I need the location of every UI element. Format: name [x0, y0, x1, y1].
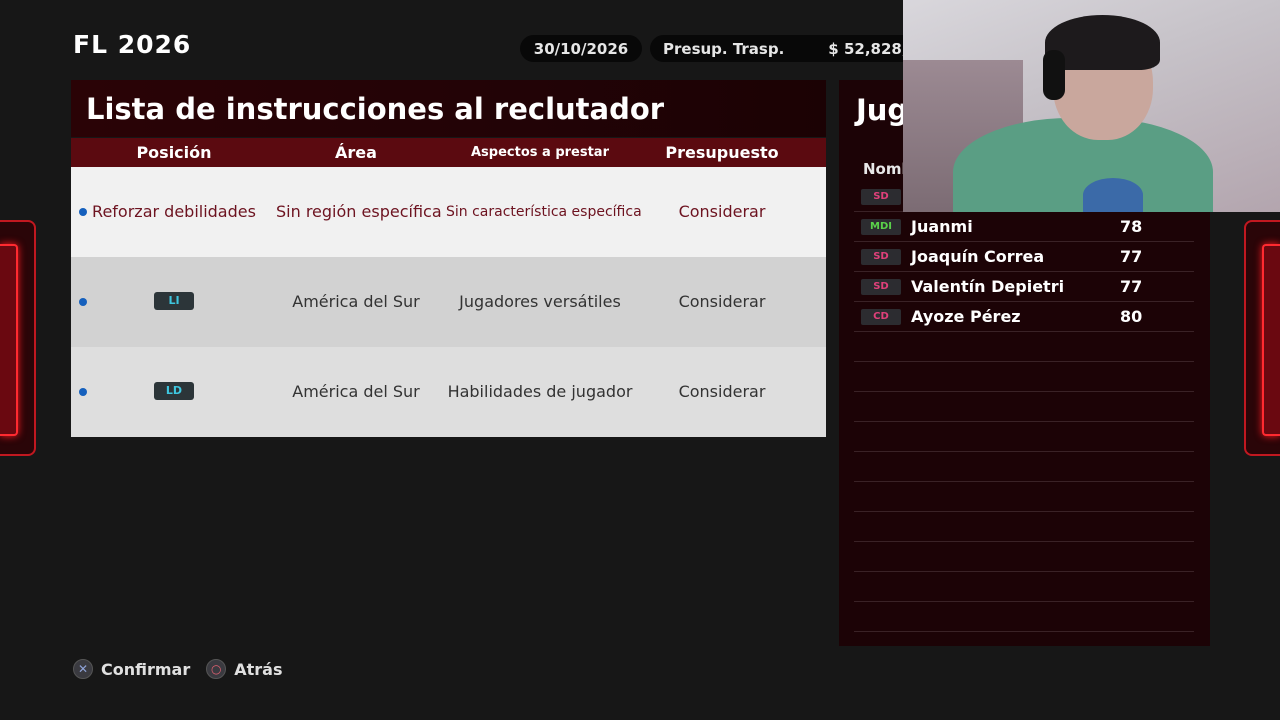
cross-button-icon: ✕ [73, 659, 93, 679]
circle-button-icon: ○ [206, 659, 227, 679]
column-header-aspects: Aspectos a prestar atención [470, 145, 609, 189]
budget-label: Presup. Trasp. [663, 39, 785, 58]
empty-player-row [854, 512, 1194, 542]
position-badge: LI [154, 292, 194, 310]
player-position-badge: SD [861, 249, 901, 265]
headset-icon [1043, 50, 1065, 100]
player-rating: 78 [1120, 217, 1143, 236]
button-prompts: ✕ Confirmar ○ Atrás [73, 659, 298, 679]
confirm-button[interactable]: ✕ Confirmar [73, 659, 190, 679]
player-position-badge: CD [861, 309, 901, 325]
player-rating: 80 [1120, 307, 1143, 326]
empty-player-row [854, 542, 1194, 572]
player-name: Juanmi [911, 217, 973, 236]
players-panel-title: Jug [856, 93, 909, 127]
empty-player-row [854, 422, 1194, 452]
row-aspect: Sin característica específica [446, 204, 642, 220]
webcam-shirt-print [1083, 178, 1143, 212]
player-position-badge: MDI [861, 219, 901, 235]
bullet-icon [79, 388, 87, 396]
column-header-area: Área [335, 143, 377, 162]
empty-player-row [854, 332, 1194, 362]
empty-player-row [854, 482, 1194, 512]
player-name: Ayoze Pérez [911, 307, 1021, 326]
date-display: 30/10/2026 [520, 35, 642, 62]
scroll-left-arrow[interactable] [0, 220, 36, 456]
bullet-icon [79, 208, 87, 216]
player-rating: 77 [1120, 247, 1143, 266]
row-area: América del Sur [292, 292, 420, 311]
page-title: Lista de instrucciones al reclutador [71, 80, 826, 137]
player-row[interactable]: MDI Juanmi 78 [854, 212, 1194, 242]
row-area: América del Sur [292, 382, 420, 401]
player-row[interactable]: SD Joaquín Correa 77 [854, 242, 1194, 272]
date-text: 30/10/2026 [533, 39, 629, 58]
players-list: SD MDI Juanmi 78 SD Joaquín Correa 77 SD Valentí… [854, 182, 1194, 632]
player-name: Valentín Depietri [911, 277, 1065, 296]
column-header-position: Posición [136, 143, 212, 162]
row-aspect: Habilidades de jugador [447, 382, 633, 401]
player-name: Joaquín Correa [911, 247, 1045, 266]
empty-player-row [854, 602, 1194, 632]
bullet-icon [79, 298, 87, 306]
right-arrow-icon [1262, 244, 1280, 436]
player-position-badge: SD [861, 279, 901, 295]
back-label: Atrás [234, 659, 283, 679]
table-header: Posición Área Aspectos a prestar atenció… [71, 138, 826, 189]
scroll-right-arrow[interactable] [1244, 220, 1280, 456]
player-row[interactable]: CD Ayoze Pérez 80 [854, 302, 1194, 332]
empty-player-row [854, 392, 1194, 422]
position-badge: LD [154, 382, 194, 400]
back-button[interactable]: ○ Atrás [206, 659, 282, 679]
row-area: Sin región específica [276, 202, 442, 221]
empty-player-row [854, 362, 1194, 392]
column-header-budget: Presupuesto [665, 143, 779, 162]
empty-player-row [854, 572, 1194, 602]
row-budget: Considerar [678, 202, 766, 221]
confirm-label: Confirmar [101, 659, 191, 679]
row-aspect: Jugadores versátiles [459, 292, 621, 311]
game-logo: FL 2026 [73, 30, 192, 59]
row-position: Reforzar debilidades [92, 202, 256, 221]
row-budget: Considerar [678, 382, 766, 401]
instruction-row[interactable]: LD América del Sur Habilidades de jugado… [71, 347, 826, 437]
player-position-badge: SD [861, 189, 901, 205]
empty-player-row [854, 452, 1194, 482]
player-row[interactable]: SD Valentín Depietri 77 [854, 272, 1194, 302]
left-arrow-icon [0, 244, 18, 436]
instruction-row[interactable]: LI América del Sur Jugadores versátiles … [71, 257, 826, 347]
webcam-overlay [903, 0, 1280, 212]
row-budget: Considerar [678, 292, 766, 311]
instruction-row[interactable]: Reforzar debilidades Sin región específi… [71, 167, 826, 257]
player-rating: 77 [1120, 277, 1143, 296]
